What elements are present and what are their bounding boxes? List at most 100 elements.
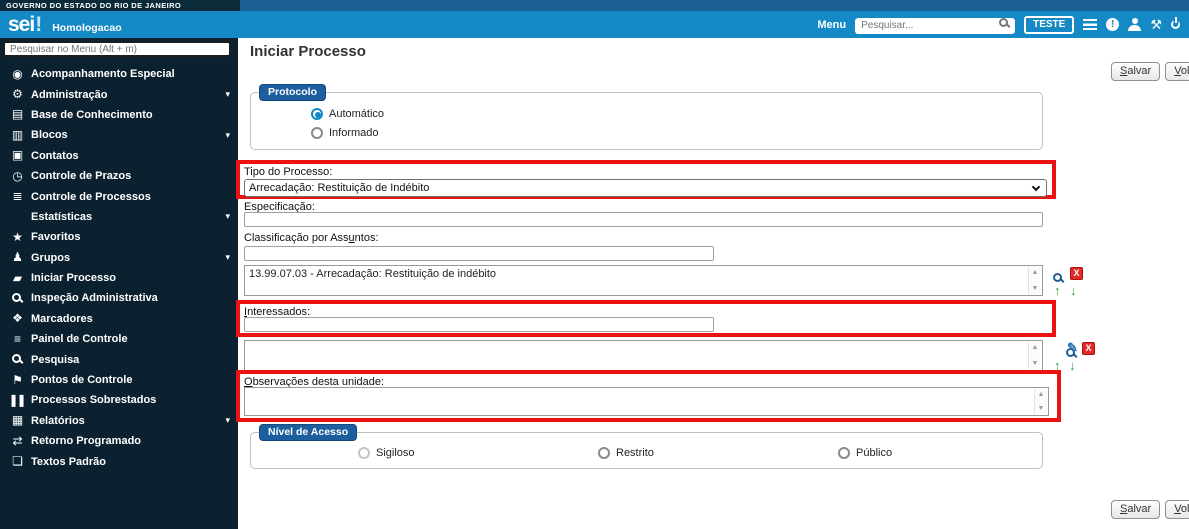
nivel-option-publico[interactable]: Público [838,444,892,462]
sidebar-item-retorno-programado[interactable]: ⇄ Retorno Programado [0,431,238,451]
classificacao-remove-icon[interactable]: X [1070,267,1083,280]
sidebar-item-estatisticas[interactable]: Estatísticas ▾ [0,207,238,227]
interessados-scrollbar[interactable]: ▲ ▼ [1028,342,1041,369]
sidebar-item-label: Blocos [31,129,68,142]
eye-icon: ◉ [12,66,22,81]
header: sei ! Homologacao Menu TESTE ! ⚒ [0,11,1189,38]
sidebar-item-iniciar-processo[interactable]: ▰ Iniciar Processo [0,268,238,288]
sidebar-item-painel-de-controle[interactable]: ≡ Painel de Controle [0,329,238,349]
protocolo-option-informado[interactable]: Informado [311,124,379,142]
pause-icon: ❚❚ [8,392,26,407]
interessados-listbox[interactable]: ▲ ▼ [244,340,1043,371]
nivel-option-restrito[interactable]: Restrito [598,444,654,462]
save-button[interactable]: Salvar [1111,62,1161,81]
tag-icon: ❖ [12,311,23,326]
user-icon[interactable] [1128,18,1142,31]
search-icon[interactable] [999,18,1009,28]
chevron-down-icon [1031,182,1041,192]
interessados-move-down-icon[interactable]: ↓ [1069,359,1076,372]
users-icon: ♟ [12,250,23,265]
sidebar-item-label: Pontos de Controle [31,374,133,387]
tipo-processo-label: Tipo do Processo: [244,166,333,178]
sidebar-item-controle-de-processos[interactable]: ≣ Controle de Processos [0,186,238,206]
header-search-input[interactable] [855,17,1016,34]
scroll-down-icon[interactable]: ▼ [1038,405,1045,412]
especificacao-input[interactable] [244,212,1043,227]
classificacao-label-post: ntos: [354,232,379,244]
classificacao-search-icon[interactable] [1053,273,1062,282]
menu-toggle[interactable]: Menu [817,19,846,31]
sidebar-item-label: Controle de Prazos [31,170,132,183]
sidebar-item-label: Estatísticas [31,210,93,223]
radio-automatico[interactable] [311,107,323,120]
scroll-up-icon[interactable]: ▲ [1032,344,1039,351]
search-icon [8,353,25,366]
nivel-option-sigiloso[interactable]: Sigiloso [358,444,415,462]
back-button-bottom[interactable]: Voltar [1165,500,1189,519]
nivel-acesso-fieldset: Nível de Acesso Sigiloso Restrito Públic… [250,424,1043,469]
radio-sigiloso[interactable] [358,446,370,459]
chevron-down-icon: ▾ [225,129,230,140]
save-button-bottom[interactable]: Salvar [1111,500,1161,519]
radio-restrito-label: Restrito [616,446,654,459]
classificacao-scrollbar[interactable]: ▲ ▼ [1028,267,1041,294]
tipo-processo-selected-value: Arrecadação: Restituição de Indébito [249,182,430,194]
interessados-edit-icon[interactable]: ✎ [1067,341,1078,354]
sidebar-item-processos-sobrestados[interactable]: ❚❚ Processos Sobrestados [0,390,238,410]
teste-button[interactable]: TESTE [1024,15,1075,34]
star-icon: ★ [12,229,23,244]
database-icon: ▤ [11,107,23,122]
page-title: Iniciar Processo [250,43,366,60]
sidebar-item-contatos[interactable]: ▣ Contatos [0,146,238,166]
doc-search-icon [8,292,25,305]
sidebar-item-label: Marcadores [31,312,93,325]
classificacao-label: Classificação por Assuntos: [244,232,379,244]
sidebar-item-base-de-conhecimento[interactable]: ▤ Base de Conhecimento [0,105,238,125]
sidebar-item-pesquisa[interactable]: Pesquisa [0,349,238,369]
classificacao-list-item[interactable]: 13.99.07.03 - Arrecadação: Restituição d… [245,266,1042,282]
sidebar-item-blocos[interactable]: ▥ Blocos ▾ [0,125,238,145]
classificacao-listbox[interactable]: 13.99.07.03 - Arrecadação: Restituição d… [244,265,1043,296]
sidebar-item-relatorios[interactable]: ▦ Relatórios ▾ [0,411,238,431]
classificacao-move-up-icon[interactable]: ↑ [1054,284,1061,297]
interessados-input[interactable] [244,317,714,332]
power-icon[interactable] [1171,20,1180,29]
tools-icon[interactable]: ⚒ [1150,18,1162,31]
classificacao-input[interactable] [244,246,714,261]
top-button-group: Salvar Voltar [1111,62,1189,81]
chevron-down-icon: ▾ [225,211,230,222]
control-panel-icon[interactable] [1083,19,1098,30]
radio-restrito[interactable] [598,446,610,459]
sidebar-item-favoritos[interactable]: ★ Favoritos [0,227,238,247]
radio-informado[interactable] [311,126,323,139]
alert-badge-icon[interactable]: ! [1106,18,1120,31]
protocolo-option-automatico[interactable]: Automático [311,105,384,123]
sidebar-search-input[interactable] [3,41,231,57]
classificacao-move-down-icon[interactable]: ↓ [1070,284,1077,297]
interessados-remove-icon[interactable]: X [1082,342,1095,355]
scroll-up-icon[interactable]: ▲ [1038,391,1045,398]
scroll-down-icon[interactable]: ▼ [1032,360,1039,367]
sei-logo-bang: ! [35,12,43,36]
sidebar-item-inspecao-administrativa[interactable]: Inspeção Administrativa [0,288,238,308]
sidebar-item-grupos[interactable]: ♟ Grupos ▾ [0,248,238,268]
header-search [855,15,1016,34]
back-button[interactable]: Voltar [1165,62,1189,81]
observacoes-textarea[interactable]: ▲ ▼ [244,387,1049,416]
sidebar-item-pontos-de-controle[interactable]: ⚑ Pontos de Controle [0,370,238,390]
sidebar-item-marcadores[interactable]: ❖ Marcadores [0,309,238,329]
sidebar-item-administracao[interactable]: ⚙ Administração ▾ [0,84,238,104]
observacoes-scrollbar[interactable]: ▲ ▼ [1034,389,1047,414]
back-button-accesskey: V [1174,65,1181,77]
environment-label: Homologacao [52,21,122,34]
tipo-processo-select[interactable]: Arrecadação: Restituição de Indébito [244,179,1047,197]
sidebar-item-controle-de-prazos[interactable]: ◷ Controle de Prazos [0,166,238,186]
sidebar-item-acompanhamento-especial[interactable]: ◉ Acompanhamento Especial [0,64,238,84]
back-button-label: oltar [1180,65,1189,77]
classificacao-label-pre: Classificação por Ass [244,232,349,244]
scroll-up-icon[interactable]: ▲ [1032,269,1039,276]
radio-publico[interactable] [838,446,850,459]
sidebar-item-textos-padrao[interactable]: ❏ Textos Padrão [0,451,238,471]
scroll-down-icon[interactable]: ▼ [1032,285,1039,292]
observacoes-highlight: Observações desta unidade: ▲ ▼ [236,370,1061,422]
